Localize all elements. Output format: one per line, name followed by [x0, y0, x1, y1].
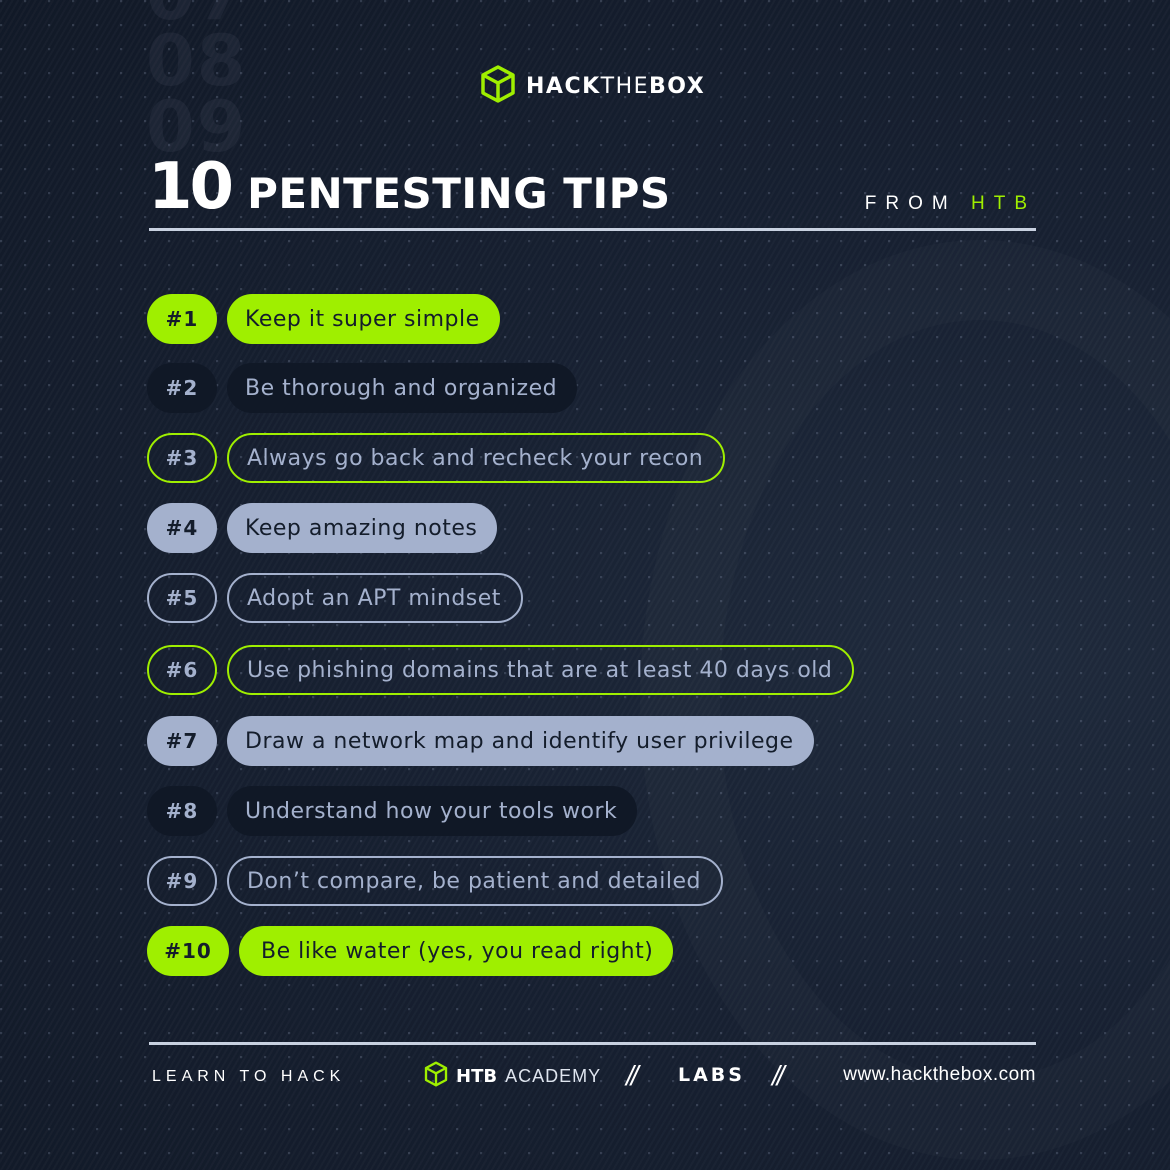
from-brand: HTB: [971, 193, 1036, 214]
brand-logo: HACKTHEBOX: [480, 65, 705, 108]
tip-text: Be like water (yes, you read right): [239, 926, 674, 976]
tip-number-badge: #5: [147, 573, 217, 623]
tip-text: Draw a network map and identify user pri…: [227, 716, 814, 766]
tip-number-badge: #2: [147, 363, 217, 413]
tip-item: #9 Don’t compare, be patient and detailed: [147, 856, 723, 906]
cube-icon: [480, 65, 516, 108]
cube-icon: [424, 1060, 448, 1093]
tip-number-badge: #1: [147, 294, 217, 344]
tip-text: Be thorough and organized: [227, 363, 578, 413]
tip-text: Keep it super simple: [227, 294, 500, 344]
tip-text: Use phishing domains that are at least 4…: [227, 645, 855, 695]
separator: //: [772, 1060, 784, 1091]
tip-number-badge: #3: [147, 433, 217, 483]
background-watermark: 07 08 09: [146, 0, 248, 162]
brand-name: HACKTHEBOX: [526, 74, 706, 99]
header-divider: [149, 228, 1036, 231]
website-link[interactable]: www.hackthebox.com: [843, 1064, 1036, 1086]
tip-item: #7 Draw a network map and identify user p…: [147, 716, 814, 766]
tip-item: #1 Keep it super simple: [147, 294, 500, 344]
tip-number-badge: #9: [147, 856, 217, 906]
tip-item: #8 Understand how your tools work: [147, 786, 638, 836]
title-number: 10: [148, 150, 234, 224]
tip-number-badge: #4: [147, 503, 217, 553]
footer: LEARN TO HACK HTB ACADEMY // LABS // www.…: [152, 1060, 1036, 1093]
tip-text: Adopt an APT mindset: [227, 573, 523, 623]
tip-number-badge: #10: [147, 926, 229, 976]
tip-number-badge: #6: [147, 645, 217, 695]
tip-item: #4 Keep amazing notes: [147, 503, 498, 553]
tip-text: Keep amazing notes: [227, 503, 498, 553]
tip-item: #10 Be like water (yes, you read right): [147, 926, 674, 976]
labs-label: LABS: [678, 1064, 745, 1086]
footer-tagline: LEARN TO HACK: [152, 1068, 346, 1085]
tip-text: Don’t compare, be patient and detailed: [227, 856, 723, 906]
separator: //: [626, 1060, 638, 1091]
tip-number-badge: #8: [147, 786, 217, 836]
tip-item: #6 Use phishing domains that are at least…: [147, 645, 855, 695]
footer-divider: [149, 1042, 1036, 1045]
from-label: FROM HTB: [864, 193, 1036, 214]
watermark-digit: 08: [146, 20, 248, 102]
page-title: 10 PENTESTING TIPS: [148, 150, 671, 224]
tip-item: #2 Be thorough and organized: [147, 363, 578, 413]
tip-item: #5 Adopt an APT mindset: [147, 573, 523, 623]
tip-number-badge: #7: [147, 716, 217, 766]
htb-academy-logo: HTB ACADEMY: [424, 1060, 601, 1093]
title-text: PENTESTING TIPS: [247, 169, 671, 218]
academy-light: ACADEMY: [505, 1066, 602, 1086]
tip-item: #3 Always go back and recheck your recon: [147, 433, 726, 483]
academy-bold: HTB: [456, 1066, 498, 1087]
tip-text: Always go back and recheck your recon: [227, 433, 726, 483]
tip-text: Understand how your tools work: [227, 786, 638, 836]
